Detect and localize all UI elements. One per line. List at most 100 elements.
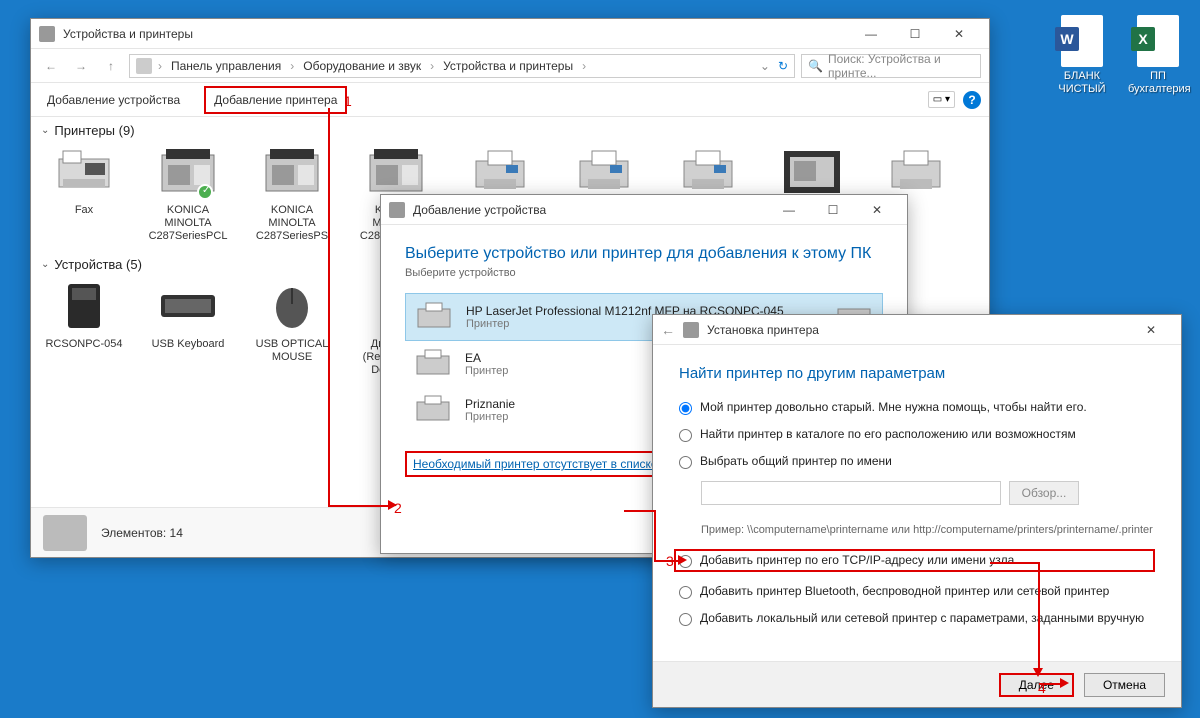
radio-input[interactable]: [679, 429, 692, 442]
titlebar: Добавление устройства — ☐ ✕: [381, 195, 907, 225]
search-icon: 🔍: [808, 59, 823, 73]
example-text: Пример: \\computername\printername или h…: [701, 523, 1155, 537]
breadcrumb[interactable]: › Панель управления › Оборудование и зву…: [129, 54, 795, 78]
close-button[interactable]: ✕: [937, 19, 981, 49]
fax-icon: [55, 149, 113, 195]
view-options-button[interactable]: ▭ ▾: [928, 91, 955, 108]
device-item[interactable]: USB OPTICAL MOUSE: [249, 278, 335, 377]
printer-icon: [683, 322, 699, 338]
chevron-right-icon: ›: [288, 59, 296, 73]
arrow-head-icon: [678, 555, 687, 565]
forward-arrow-icon[interactable]: →: [69, 54, 93, 78]
device-item[interactable]: RCSONPC-054: [41, 278, 127, 377]
annotation-arrow: [1039, 683, 1061, 685]
minimize-button[interactable]: —: [849, 19, 893, 49]
add-device-button[interactable]: Добавление устройства: [39, 88, 188, 112]
device-label: KONICA MINOLTA C287SeriesPCL: [145, 204, 231, 243]
desktop-icon-word[interactable]: БЛАНК ЧИСТЫЙ: [1052, 15, 1112, 96]
printer-item[interactable]: Fax: [41, 144, 127, 243]
titlebar: Устройства и принтеры — ☐ ✕: [31, 19, 989, 49]
window-icon: [39, 26, 55, 42]
help-icon[interactable]: ?: [963, 91, 981, 109]
option-label: Найти принтер в каталоге по его располож…: [700, 427, 1076, 441]
titlebar: ← Установка принтера ✕: [653, 315, 1181, 345]
breadcrumb-item[interactable]: Устройства и принтеры: [440, 59, 576, 73]
mfp-large-icon: [780, 147, 844, 197]
annotation-arrow: [654, 510, 656, 560]
annotation-arrow: [990, 562, 1038, 564]
device-label: Fax: [41, 204, 127, 217]
option-label: Добавить принтер Bluetooth, беспроводной…: [700, 584, 1109, 598]
radio-input[interactable]: [679, 456, 692, 469]
device-label: USB Keyboard: [145, 338, 231, 351]
printer-icon: [413, 394, 453, 426]
annotation-arrow: [624, 510, 654, 512]
back-arrow-icon[interactable]: ←: [39, 54, 63, 78]
printer-icon: [572, 147, 636, 197]
breadcrumb-item[interactable]: Панель управления: [168, 59, 284, 73]
dialog-heading: Выберите устройство или принтер для доба…: [405, 245, 883, 263]
device-label: RCSONPC-054: [41, 338, 127, 351]
statusbar-icon: [43, 515, 87, 551]
printer-icon: [468, 147, 532, 197]
mfp-icon: [364, 147, 428, 197]
breadcrumb-item[interactable]: Оборудование и звук: [300, 59, 424, 73]
radio-input[interactable]: [679, 586, 692, 599]
chevron-down-icon: ⌄: [41, 259, 49, 270]
dialog-footer: Далее Отмена: [653, 661, 1181, 707]
desktop-icon-label: ПП бухгалтерия: [1128, 70, 1188, 96]
arrow-head-icon: [1060, 678, 1069, 688]
device-item[interactable]: USB Keyboard: [145, 278, 231, 377]
up-arrow-icon[interactable]: ↑: [99, 54, 123, 78]
step-number: 1: [344, 93, 352, 109]
statusbar-text: Элементов: 14: [101, 526, 183, 540]
toolbar: Добавление устройства Добавление принтер…: [31, 83, 989, 117]
window-icon: [389, 202, 405, 218]
radio-input[interactable]: [679, 402, 692, 415]
minimize-button[interactable]: —: [767, 195, 811, 225]
cancel-button[interactable]: Отмена: [1084, 673, 1165, 697]
pc-icon: [62, 282, 106, 330]
desktop-icon-excel[interactable]: ПП бухгалтерия: [1128, 15, 1188, 96]
printer-item[interactable]: KONICA MINOLTA C287SeriesPCL: [145, 144, 231, 243]
printer-icon: [676, 147, 740, 197]
dialog-heading: Найти принтер по другим параметрам: [679, 365, 1155, 382]
device-label: KONICA MINOLTA C287SeriesPS: [249, 204, 335, 243]
printer-item[interactable]: KONICA MINOLTA C287SeriesPS: [249, 144, 335, 243]
close-button[interactable]: ✕: [855, 195, 899, 225]
search-input[interactable]: 🔍 Поиск: Устройства и принте...: [801, 54, 981, 78]
printer-not-listed-link[interactable]: Необходимый принтер отсутствует в списке: [405, 451, 666, 477]
chevron-down-icon[interactable]: ⌄: [760, 59, 770, 73]
install-printer-dialog: ← Установка принтера ✕ Найти принтер по …: [652, 314, 1182, 708]
window-title: Установка принтера: [707, 323, 1129, 337]
chevron-right-icon: ›: [428, 59, 436, 73]
add-printer-button[interactable]: Добавление принтера: [204, 86, 347, 114]
printer-icon: [413, 348, 453, 380]
printer-name-input[interactable]: [701, 481, 1001, 505]
option-manual[interactable]: Добавить локальный или сетевой принтер с…: [679, 611, 1155, 626]
maximize-button[interactable]: ☐: [811, 195, 855, 225]
option-shared-name[interactable]: Выбрать общий принтер по имени: [679, 454, 1155, 469]
annotation-arrow: [328, 108, 330, 506]
annotation-arrow: [328, 505, 388, 507]
close-button[interactable]: ✕: [1129, 315, 1173, 345]
option-label: Мой принтер довольно старый. Мне нужна п…: [700, 400, 1087, 414]
printers-section-header[interactable]: ⌄ Принтеры (9): [41, 123, 979, 138]
option-tcpip[interactable]: Добавить принтер по его TCP/IP-адресу ил…: [674, 549, 1155, 572]
excel-icon: [1137, 15, 1179, 67]
radio-input[interactable]: [679, 613, 692, 626]
annotation-arrow: [1038, 562, 1040, 668]
option-directory[interactable]: Найти принтер в каталоге по его располож…: [679, 427, 1155, 442]
chevron-right-icon: ›: [156, 59, 164, 73]
maximize-button[interactable]: ☐: [893, 19, 937, 49]
chevron-down-icon: ⌄: [41, 125, 49, 136]
printer-icon: [414, 301, 454, 333]
back-arrow-icon[interactable]: ←: [661, 322, 675, 338]
printers-header-label: Принтеры (9): [54, 123, 134, 138]
option-label: Добавить локальный или сетевой принтер с…: [700, 611, 1144, 625]
option-old-printer[interactable]: Мой принтер довольно старый. Мне нужна п…: [679, 400, 1155, 415]
option-bluetooth[interactable]: Добавить принтер Bluetooth, беспроводной…: [679, 584, 1155, 599]
browse-button[interactable]: Обзор...: [1009, 481, 1080, 505]
refresh-icon[interactable]: ↻: [778, 59, 788, 73]
arrow-head-icon: [1033, 668, 1043, 677]
